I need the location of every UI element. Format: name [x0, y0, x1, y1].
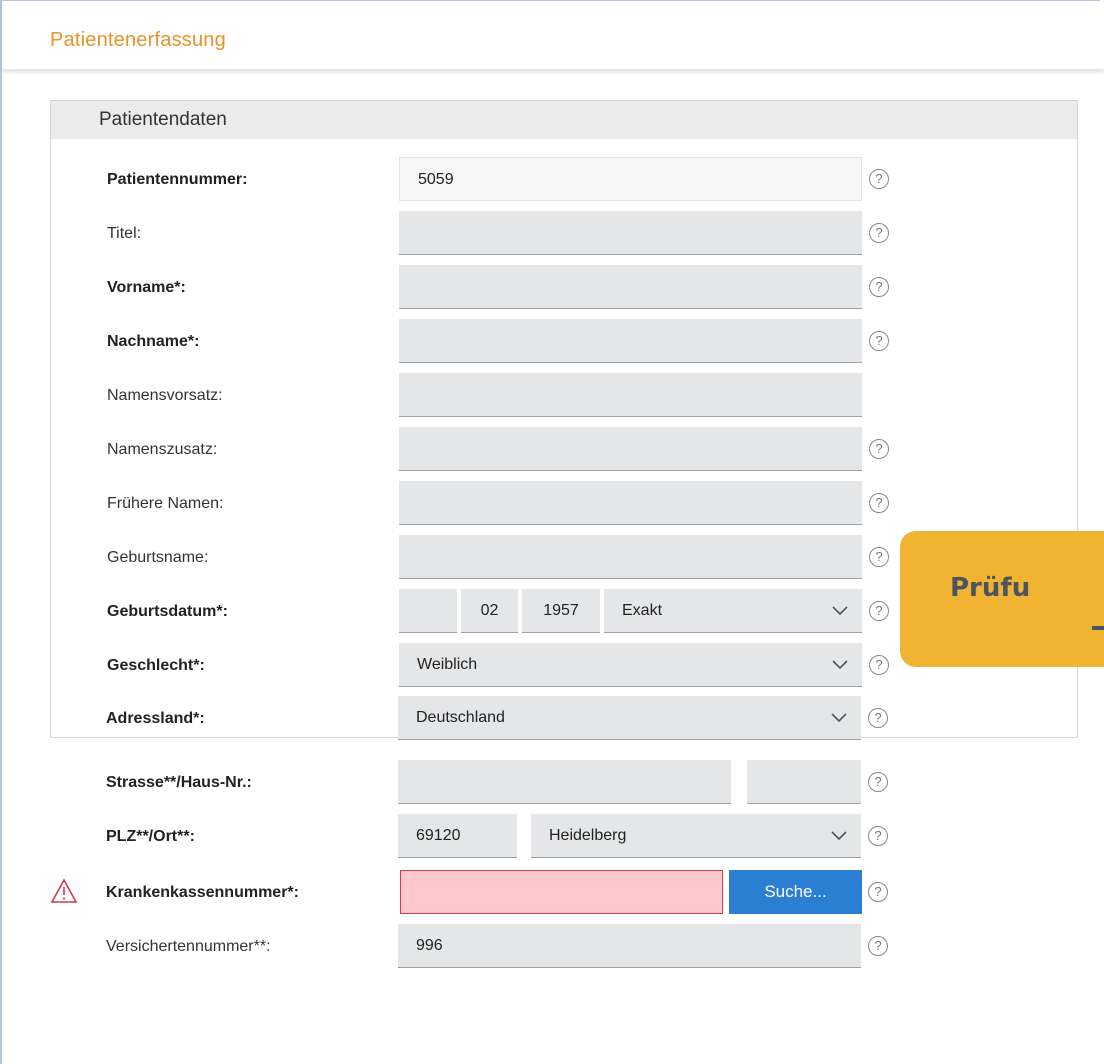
help-icon[interactable]: ?	[868, 772, 888, 792]
callout-dash	[1092, 626, 1104, 630]
ort-select[interactable]: Heidelberg	[531, 814, 861, 858]
krankenkassennummer-input[interactable]	[400, 870, 723, 914]
page-title: Patientenerfassung	[50, 29, 226, 51]
help-icon[interactable]: ?	[868, 882, 888, 902]
callout-banner: Prüfu	[900, 531, 1104, 667]
street-input[interactable]	[398, 760, 731, 804]
plz-ort-label: PLZ**/Ort**:	[106, 828, 195, 845]
row-krankenkassennummer: Krankenkassennummer*: Suche... ?	[50, 870, 1078, 916]
help-icon[interactable]: ?	[868, 936, 888, 956]
versichertennummer-input[interactable]: 996	[398, 924, 861, 968]
ort-value: Heidelberg	[549, 827, 627, 844]
plz-input[interactable]: 69120	[398, 814, 517, 858]
search-button[interactable]: Suche...	[729, 870, 862, 914]
row-strasse: Strasse**/Haus-Nr.: ?	[50, 760, 1078, 806]
row-versichertennummer: Versichertennummer**: 996 ?	[50, 924, 1078, 970]
warning-triangle-icon	[50, 878, 78, 904]
versichertennummer-label: Versichertennummer**:	[106, 938, 271, 955]
strasse-label: Strasse**/Haus-Nr.:	[106, 774, 252, 791]
house-number-input[interactable]	[747, 760, 861, 804]
krankenkassennummer-label: Krankenkassennummer*:	[106, 884, 299, 901]
chevron-down-icon	[817, 814, 861, 857]
callout-text: Prüfu	[950, 573, 1031, 603]
row-plz-ort: PLZ**/Ort**: 69120 Heidelberg ?	[50, 814, 1078, 860]
page-header: Patientenerfassung	[2, 1, 1104, 70]
help-icon[interactable]: ?	[868, 826, 888, 846]
